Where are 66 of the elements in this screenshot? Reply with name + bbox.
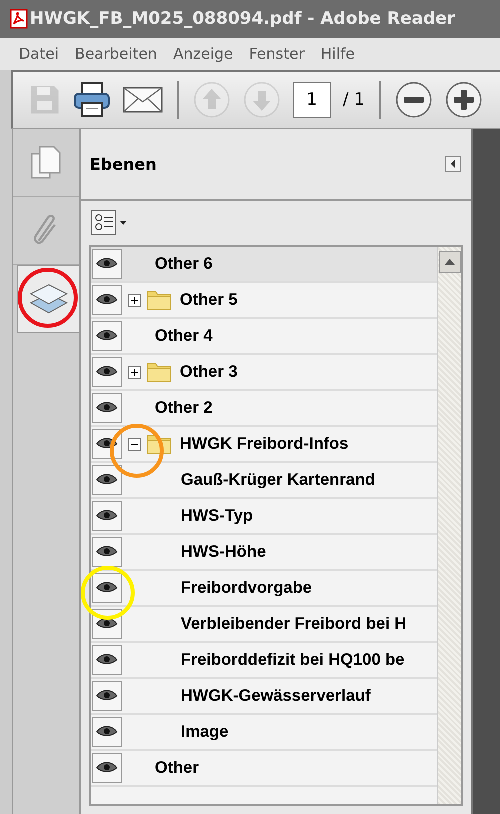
- scrollbar[interactable]: [437, 247, 461, 804]
- layer-row[interactable]: Other 3: [91, 355, 437, 391]
- menu-item[interactable]: Fenster: [249, 45, 305, 63]
- expander-icon[interactable]: [128, 438, 141, 450]
- layer-row[interactable]: Other 6: [91, 247, 437, 283]
- layer-row[interactable]: Other: [91, 751, 437, 787]
- pdf-file-icon: [10, 9, 28, 29]
- layer-name: Other 6: [155, 254, 213, 274]
- menu-item[interactable]: Datei: [19, 45, 60, 63]
- layer-name: Gauß-Krüger Kartenrand: [181, 470, 376, 490]
- layer-row[interactable]: Verbleibender Freibord bei H: [91, 607, 437, 643]
- layer-name: Verbleibender Freibord bei H: [181, 614, 407, 634]
- page-total: / 1: [343, 90, 365, 110]
- panel-title: Ebenen: [90, 154, 157, 174]
- layer-name: HWGK-Gewässerverlauf: [181, 686, 371, 706]
- plus-icon[interactable]: [444, 81, 483, 119]
- layer-name: Other: [155, 758, 200, 778]
- layer-row[interactable]: Freiborddefizit bei HQ100 be: [91, 643, 437, 679]
- layer-name: Image: [181, 722, 229, 742]
- layer-row[interactable]: Other 4: [91, 319, 437, 355]
- layer-name: Other 3: [180, 362, 238, 382]
- layer-row[interactable]: HWGK-Gewässerverlauf: [91, 679, 437, 715]
- layer-row[interactable]: HWS-Typ: [91, 499, 437, 535]
- eye-icon[interactable]: [92, 645, 122, 675]
- eye-icon[interactable]: [92, 681, 122, 711]
- eye-icon[interactable]: [92, 573, 122, 603]
- eye-icon[interactable]: [92, 501, 122, 531]
- print-icon[interactable]: [73, 81, 111, 119]
- layer-name: HWS-Höhe: [181, 542, 266, 562]
- eye-icon[interactable]: [92, 717, 122, 747]
- layers-icon: [28, 282, 68, 316]
- eye-icon[interactable]: [92, 465, 122, 495]
- layer-row[interactable]: Freibordvorgabe: [91, 571, 437, 607]
- layer-name: HWGK Freibord-Infos: [180, 434, 349, 454]
- layer-row[interactable]: Gauß-Krüger Kartenrand: [91, 463, 437, 499]
- eye-icon[interactable]: [92, 357, 122, 387]
- eye-icon[interactable]: [92, 753, 122, 783]
- expander-icon[interactable]: [128, 366, 141, 378]
- layer-row[interactable]: Image: [91, 715, 437, 751]
- layer-name: Freiborddefizit bei HQ100 be: [181, 650, 405, 670]
- minus-icon[interactable]: [394, 81, 433, 119]
- eye-icon[interactable]: [92, 321, 122, 351]
- envelope-icon[interactable]: [123, 86, 163, 114]
- pages-icon: [30, 144, 62, 180]
- layer-row[interactable]: HWGK Freibord-Infos: [91, 427, 437, 463]
- layer-name: HWS-Typ: [181, 506, 254, 526]
- options-menu-icon[interactable]: [91, 210, 129, 236]
- layer-name: Other 2: [155, 398, 213, 418]
- layer-name: Freibordvorgabe: [181, 578, 312, 598]
- layer-row[interactable]: Other 5: [91, 283, 437, 319]
- layer-row[interactable]: Other 2: [91, 391, 437, 427]
- layer-name: Other 4: [155, 326, 213, 346]
- menu-item[interactable]: Bearbeiten: [75, 45, 158, 63]
- menu-item[interactable]: Anzeige: [173, 45, 234, 63]
- layer-name: Other 5: [180, 290, 238, 310]
- eye-icon[interactable]: [92, 537, 122, 567]
- eye-icon[interactable]: [92, 393, 122, 423]
- page-number-field[interactable]: 1: [293, 82, 331, 118]
- menu-item[interactable]: Hilfe: [320, 45, 356, 63]
- collapse-panel-icon[interactable]: [445, 156, 461, 172]
- scroll-up-icon[interactable]: [438, 251, 460, 273]
- eye-icon[interactable]: [92, 249, 122, 279]
- eye-icon[interactable]: [92, 285, 122, 315]
- layer-row[interactable]: HWS-Höhe: [91, 535, 437, 571]
- window-title: HWGK_FB_M025_088094.pdf - Adobe Reader: [30, 9, 456, 29]
- expander-icon[interactable]: [128, 294, 141, 306]
